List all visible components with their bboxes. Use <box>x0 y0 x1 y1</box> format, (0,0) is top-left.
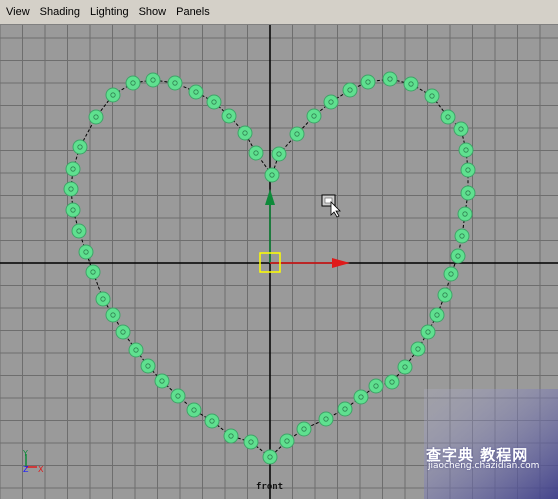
menu-lighting[interactable]: Lighting <box>85 0 134 24</box>
move-manipulator[interactable] <box>259 189 350 273</box>
control-vertex[interactable] <box>457 206 473 222</box>
control-vertex[interactable] <box>128 342 144 358</box>
control-vertex[interactable] <box>368 378 384 394</box>
control-vertex[interactable] <box>262 449 278 465</box>
control-vertex[interactable] <box>318 411 334 427</box>
panel-menu-bar: View Shading Lighting Show Panels <box>0 0 558 25</box>
control-vertex[interactable] <box>437 287 453 303</box>
control-vertex[interactable] <box>88 109 104 125</box>
control-vertex[interactable] <box>65 161 81 177</box>
axis-indicator-z: Z <box>23 465 29 474</box>
control-vertex[interactable] <box>170 388 186 404</box>
control-vertex[interactable] <box>95 291 111 307</box>
control-vertex[interactable] <box>453 121 469 137</box>
axis-indicator-y: Y <box>22 449 28 458</box>
control-vertex[interactable] <box>443 266 459 282</box>
control-vertex[interactable] <box>154 373 170 389</box>
control-vertex[interactable] <box>342 82 358 98</box>
control-vertex[interactable] <box>306 108 322 124</box>
control-vertex[interactable] <box>72 139 88 155</box>
control-vertex[interactable] <box>85 264 101 280</box>
control-vertex[interactable] <box>458 142 474 158</box>
x-arrow-head <box>332 258 350 268</box>
control-vertex[interactable] <box>65 202 81 218</box>
control-vertex[interactable] <box>384 374 400 390</box>
control-vertex[interactable] <box>188 84 204 100</box>
menu-panels[interactable]: Panels <box>171 0 215 24</box>
axis-indicator: Y Z X <box>22 449 44 474</box>
control-vertex[interactable] <box>289 126 305 142</box>
control-vertex[interactable] <box>140 358 156 374</box>
control-vertex[interactable] <box>279 433 295 449</box>
control-vertex[interactable] <box>125 75 141 91</box>
control-vertex[interactable] <box>410 341 426 357</box>
control-vertex[interactable] <box>382 71 398 87</box>
control-vertex[interactable] <box>460 162 476 178</box>
control-vertex[interactable] <box>403 76 419 92</box>
control-vertex[interactable] <box>440 109 456 125</box>
control-vertex[interactable] <box>204 413 220 429</box>
control-vertex[interactable] <box>115 324 131 340</box>
axis-indicator-x: X <box>38 465 44 474</box>
menu-view[interactable]: View <box>0 0 35 24</box>
control-vertex[interactable] <box>397 359 413 375</box>
menu-show[interactable]: Show <box>134 0 172 24</box>
camera-name-label: front <box>256 482 284 492</box>
control-vertex[interactable] <box>460 185 476 201</box>
front-viewport[interactable]: Y Z X front <box>0 25 558 499</box>
control-vertex[interactable] <box>223 428 239 444</box>
control-vertex[interactable] <box>237 125 253 141</box>
control-vertex[interactable] <box>78 244 94 260</box>
control-vertex[interactable] <box>424 88 440 104</box>
control-vertex[interactable] <box>360 74 376 90</box>
control-vertex[interactable] <box>429 307 445 323</box>
control-vertex[interactable] <box>353 389 369 405</box>
control-vertex[interactable] <box>337 401 353 417</box>
control-vertex[interactable] <box>323 94 339 110</box>
control-vertex[interactable] <box>221 108 237 124</box>
control-vertex[interactable] <box>271 146 287 162</box>
control-vertex[interactable] <box>186 402 202 418</box>
control-vertex[interactable] <box>63 181 79 197</box>
control-vertex[interactable] <box>105 87 121 103</box>
control-vertex[interactable] <box>296 421 312 437</box>
control-vertex[interactable] <box>167 75 183 91</box>
control-vertex[interactable] <box>454 228 470 244</box>
control-vertex[interactable] <box>420 324 436 340</box>
control-vertex[interactable] <box>450 248 466 264</box>
watermark-url: jiaocheng.chazidian.com <box>428 461 540 471</box>
control-vertex[interactable] <box>71 223 87 239</box>
control-vertex[interactable] <box>264 167 280 183</box>
menu-shading[interactable]: Shading <box>35 0 85 24</box>
control-vertex[interactable] <box>105 307 121 323</box>
viewport-canvas[interactable]: Y Z X <box>0 25 558 499</box>
control-vertex[interactable] <box>206 94 222 110</box>
control-vertex[interactable] <box>243 434 259 450</box>
control-vertex[interactable] <box>248 145 264 161</box>
control-vertex[interactable] <box>145 72 161 88</box>
y-arrow-head <box>265 189 275 205</box>
